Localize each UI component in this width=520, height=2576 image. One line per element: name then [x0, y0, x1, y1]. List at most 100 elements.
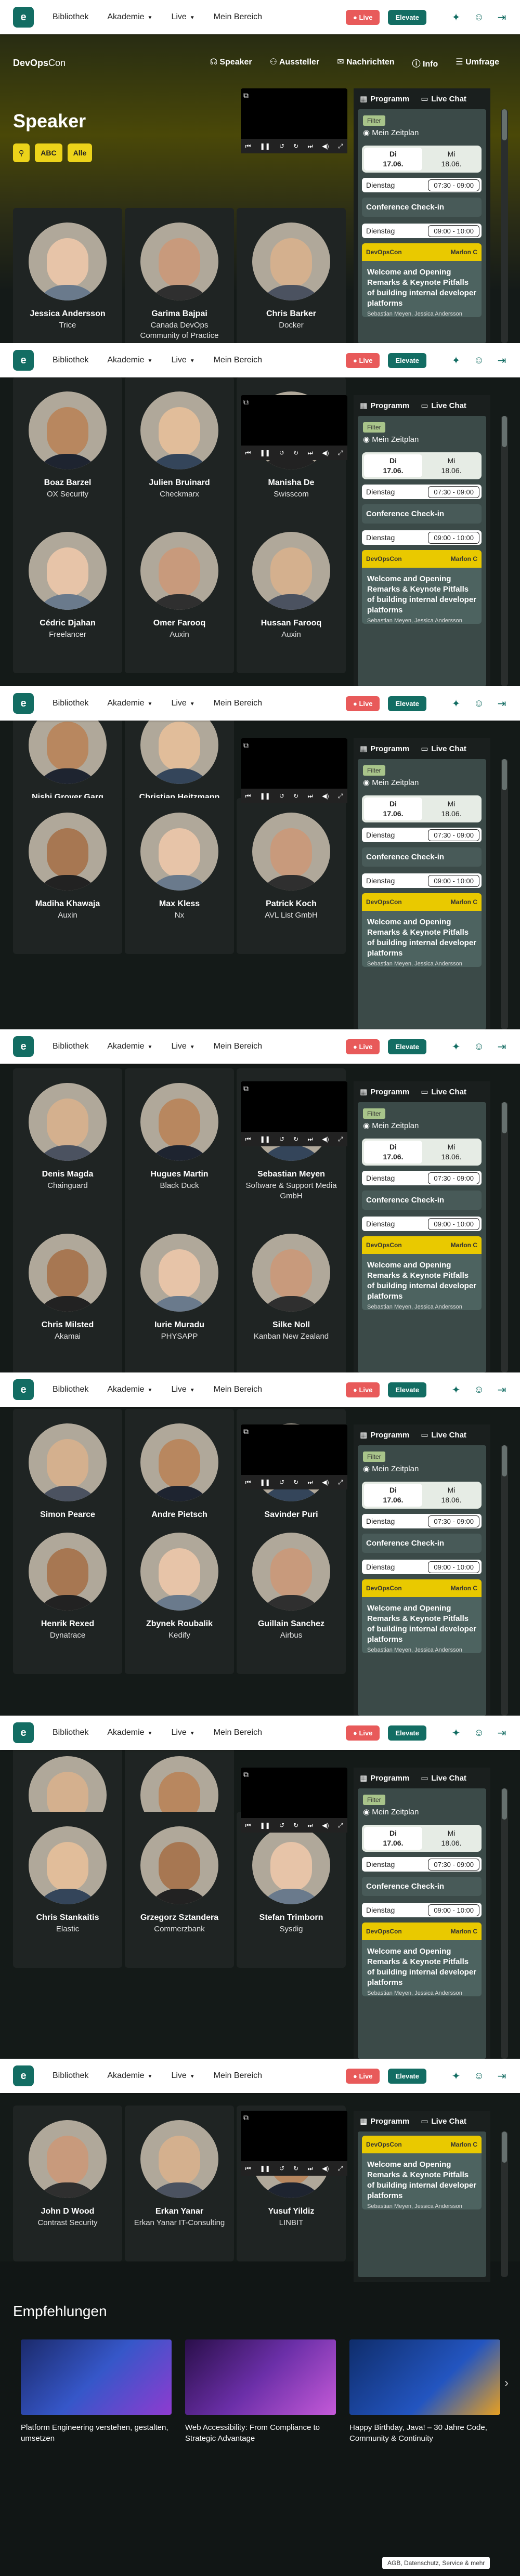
- day-tab-1[interactable]: Di 17.06.: [364, 454, 422, 477]
- tab-programm[interactable]: ▦ Programm: [360, 1773, 409, 1783]
- volume-icon[interactable]: ◀): [322, 1135, 329, 1143]
- sparkle-icon[interactable]: ✦: [450, 355, 462, 367]
- external-icon[interactable]: ⧉: [243, 741, 249, 750]
- day-tab-1[interactable]: Di 17.06.: [364, 1141, 422, 1163]
- tab-programm[interactable]: ▦ Programm: [360, 401, 409, 411]
- day-tab-1[interactable]: Di 17.06.: [364, 797, 422, 820]
- scroll-thumb[interactable]: [502, 1788, 507, 1820]
- skip-back-icon[interactable]: ⏮: [245, 792, 251, 800]
- session-card[interactable]: Conference Check-in: [362, 847, 482, 867]
- speaker-card[interactable]: Denis Magda Chainguard: [13, 1068, 122, 1224]
- live-button[interactable]: ● Live: [345, 352, 380, 368]
- nav-live[interactable]: Live ▼: [171, 1385, 194, 1394]
- fullscreen-icon[interactable]: ⤢: [338, 1822, 343, 1829]
- my-schedule-toggle[interactable]: ◉ Mein Zeitplan: [363, 1121, 419, 1130]
- session-card[interactable]: DevOpsCon Marlon C Welcome and Opening Rem…: [362, 1923, 482, 1996]
- live-button[interactable]: ● Live: [345, 1725, 380, 1741]
- volume-icon[interactable]: ◀): [322, 2165, 329, 2172]
- nav-bibliothek[interactable]: Bibliothek: [53, 12, 88, 22]
- speaker-card[interactable]: Chris Stankaitis Elastic: [13, 1812, 122, 1968]
- elevate-button[interactable]: Elevate: [388, 9, 426, 25]
- logout-icon[interactable]: ⇥: [496, 698, 508, 710]
- live-button[interactable]: ● Live: [345, 1382, 380, 1397]
- fullscreen-icon[interactable]: ⤢: [338, 792, 343, 800]
- player-controls[interactable]: ⏮ ❚❚ ↺ ↻ ⏭ ◀) ⤢: [241, 789, 347, 803]
- logo-icon[interactable]: e: [13, 1379, 34, 1400]
- video-player[interactable]: ⧉ ⏮ ❚❚ ↺ ↻ ⏭ ◀) ⤢: [241, 738, 347, 803]
- tab-programm[interactable]: ▦ Programm: [360, 1087, 409, 1097]
- day-tab-2[interactable]: Mi 18.06.: [422, 1141, 480, 1163]
- speaker-card[interactable]: Omer Farooq Auxin: [125, 517, 234, 673]
- logo-icon[interactable]: e: [13, 350, 34, 371]
- speaker-card[interactable]: Chris Milsted Akamai: [13, 1219, 122, 1375]
- nav-akademie[interactable]: Akademie ▼: [107, 1042, 152, 1051]
- nav-bibliothek[interactable]: Bibliothek: [53, 1385, 88, 1394]
- filter-tag[interactable]: Filter: [363, 765, 385, 776]
- nav-live[interactable]: Live ▼: [171, 699, 194, 708]
- recommendation-card[interactable]: Platform Engineering verstehen, gestalte…: [21, 2339, 172, 2444]
- nav-bibliothek[interactable]: Bibliothek: [53, 699, 88, 708]
- nav-mein-bereich[interactable]: Mein Bereich: [214, 1042, 262, 1051]
- skip-back-icon[interactable]: ⏮: [245, 1135, 251, 1143]
- live-button[interactable]: ● Live: [345, 1039, 380, 1054]
- day-tab-2[interactable]: Mi 18.06.: [422, 1484, 480, 1507]
- user-icon[interactable]: ☺: [473, 355, 485, 366]
- filter-tag[interactable]: Filter: [363, 1452, 385, 1462]
- volume-icon[interactable]: ◀): [322, 142, 329, 150]
- filter-tag[interactable]: Filter: [363, 1795, 385, 1805]
- sparkle-icon[interactable]: ✦: [450, 1727, 462, 1739]
- speaker-card[interactable]: Hussan Farooq Auxin: [237, 517, 346, 673]
- skip-forward-icon[interactable]: ⏭: [307, 1479, 313, 1486]
- player-controls[interactable]: ⏮ ❚❚ ↺ ↻ ⏭ ◀) ⤢: [241, 1132, 347, 1146]
- panel-scrollbar[interactable]: [501, 1445, 508, 1716]
- skip-back-icon[interactable]: ⏮: [245, 449, 251, 457]
- speaker-card[interactable]: Patrick Koch AVL List GmbH: [237, 798, 346, 954]
- tab-programm[interactable]: ▦ Programm: [360, 744, 409, 754]
- fullscreen-icon[interactable]: ⤢: [338, 449, 343, 457]
- video-player[interactable]: ⧉ ⏮ ❚❚ ↺ ↻ ⏭ ◀) ⤢: [241, 1768, 347, 1833]
- user-icon[interactable]: ☺: [473, 698, 485, 709]
- nav-mein-bereich[interactable]: Mein Bereich: [214, 1385, 262, 1394]
- nav-live[interactable]: Live ▼: [171, 1728, 194, 1737]
- forward-icon[interactable]: ↻: [293, 1479, 298, 1486]
- logo-icon[interactable]: e: [13, 7, 34, 28]
- scroll-thumb[interactable]: [502, 109, 507, 140]
- logout-icon[interactable]: ⇥: [496, 1727, 508, 1739]
- nav-akademie[interactable]: Akademie ▼: [107, 699, 152, 708]
- forward-icon[interactable]: ↻: [293, 449, 298, 456]
- elevate-button[interactable]: Elevate: [388, 1039, 426, 1054]
- chevron-right-icon[interactable]: ›: [504, 2376, 509, 2390]
- panel-scrollbar[interactable]: [501, 1788, 508, 2059]
- pause-icon[interactable]: ❚❚: [260, 449, 270, 456]
- sparkle-icon[interactable]: ✦: [450, 1384, 462, 1396]
- rewind-icon[interactable]: ↺: [279, 1135, 284, 1143]
- speaker-card[interactable]: Cédric Djahan Freelancer: [13, 517, 122, 673]
- video-player[interactable]: ⧉ ⏮ ❚❚ ↺ ↻ ⏭ ◀) ⤢: [241, 2111, 347, 2176]
- day-tab-1[interactable]: Di 17.06.: [364, 148, 422, 171]
- panel-scrollbar[interactable]: [501, 2132, 508, 2277]
- filter-abc-button[interactable]: ABC: [35, 143, 62, 162]
- speaker-card[interactable]: Guillain Sanchez Airbus: [237, 1518, 346, 1674]
- logo-icon[interactable]: e: [13, 693, 34, 714]
- session-card[interactable]: Conference Check-in: [362, 504, 482, 524]
- nav-akademie[interactable]: Akademie ▼: [107, 2071, 152, 2081]
- logout-icon[interactable]: ⇥: [496, 355, 508, 367]
- nav-mein-bereich[interactable]: Mein Bereich: [214, 12, 262, 22]
- video-player[interactable]: ⧉ ⏮ ❚❚ ↺ ↻ ⏭ ◀) ⤢: [241, 1424, 347, 1489]
- day-tab-2[interactable]: Mi 18.06.: [422, 454, 480, 477]
- fullscreen-icon[interactable]: ⤢: [338, 2165, 343, 2173]
- fullscreen-icon[interactable]: ⤢: [338, 1479, 343, 1486]
- session-card[interactable]: Conference Check-in: [362, 1877, 482, 1896]
- player-controls[interactable]: ⏮ ❚❚ ↺ ↻ ⏭ ◀) ⤢: [241, 446, 347, 460]
- day-tab-1[interactable]: Di 17.06.: [364, 1484, 422, 1507]
- scroll-thumb[interactable]: [502, 1445, 507, 1476]
- elevate-button[interactable]: Elevate: [388, 696, 426, 711]
- logout-icon[interactable]: ⇥: [496, 1041, 508, 1053]
- speaker-card[interactable]: Garima Bajpai Canada DevOps Community of …: [125, 208, 234, 364]
- nav-akademie[interactable]: Akademie ▼: [107, 12, 152, 22]
- user-icon[interactable]: ☺: [473, 11, 485, 23]
- tab-live-chat[interactable]: ▭ Live Chat: [421, 401, 466, 411]
- rewind-icon[interactable]: ↺: [279, 449, 284, 456]
- day-tab-2[interactable]: Mi 18.06.: [422, 148, 480, 171]
- session-card[interactable]: DevOpsCon Marlon C Welcome and Opening Rem…: [362, 1236, 482, 1310]
